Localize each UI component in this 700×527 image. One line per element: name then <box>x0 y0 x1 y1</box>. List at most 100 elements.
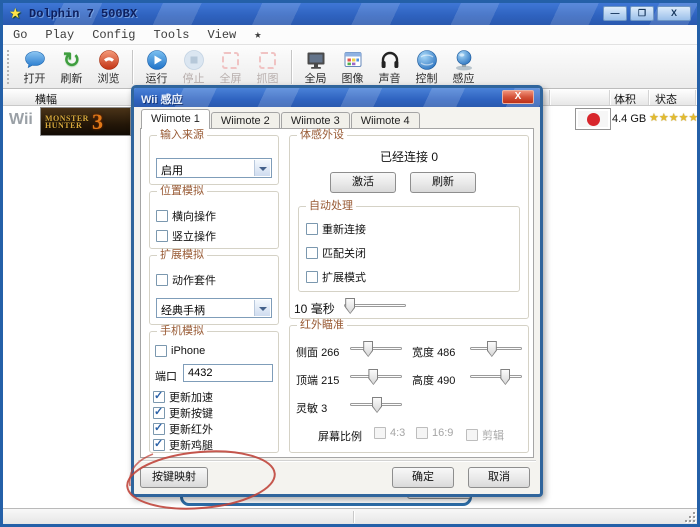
close-button[interactable]: X <box>657 6 691 21</box>
ir-height-slider[interactable] <box>470 369 522 385</box>
tab-wiimote-3[interactable]: Wiimote 3 <box>280 112 350 129</box>
browse-button[interactable]: 浏览 <box>90 46 127 88</box>
slider-thumb[interactable] <box>500 369 511 385</box>
statusbar-separator <box>353 511 354 523</box>
toolbar-separator <box>132 49 133 84</box>
group-motion-peripherals: 体感外设 已经连接 0 激活 刷新 自动处理 重新连接 匹配关闭 扩展模式 10… <box>289 129 529 319</box>
tab-wiimote-1[interactable]: Wiimote 1 <box>141 109 210 129</box>
ir-top-slider[interactable] <box>350 369 402 385</box>
checkbox-box <box>306 271 318 283</box>
extension-dropdown[interactable]: 经典手柄 <box>156 298 272 318</box>
chevron-down-icon <box>259 307 267 311</box>
dolphin-main-window: ★ Dolphin 7 500BX — ❐ X Go Play Config T… <box>0 0 700 527</box>
checkbox-motion-kit[interactable]: 动作套件 <box>156 272 216 288</box>
dialog-titlebar-gloss <box>134 88 540 107</box>
refresh-wiimote-button[interactable]: 刷新 <box>410 172 476 193</box>
ir-left-slider[interactable] <box>350 341 402 357</box>
game-banner[interactable]: MONSTER HUNTER 3 <box>40 107 131 136</box>
group-title: 位置模拟 <box>157 185 207 198</box>
toolbar-grip[interactable] <box>7 49 10 84</box>
group-extension-emulation: 扩展模拟 动作套件 经典手柄 <box>149 249 279 325</box>
globe-icon <box>415 48 439 72</box>
checkbox-box <box>374 427 386 439</box>
menu-tools[interactable]: Tools <box>153 28 189 42</box>
open-button[interactable]: 打开 <box>16 46 53 88</box>
dropdown-button[interactable] <box>254 160 270 176</box>
group-title: 体感外设 <box>297 129 347 142</box>
menu-go[interactable]: Go <box>13 28 27 42</box>
port-input[interactable] <box>183 364 273 382</box>
controllers-button[interactable]: 控制 <box>408 46 445 88</box>
game-rating-stars: ★★★★★ <box>649 112 699 124</box>
screenshot-button: 抓图 <box>249 46 286 88</box>
window-titlebar[interactable]: ★ Dolphin 7 500BX — ❐ X <box>3 3 697 25</box>
checkbox-update-ir[interactable]: 更新红外 <box>153 421 213 437</box>
delay-slider[interactable] <box>344 298 406 314</box>
checkbox-box <box>156 210 168 222</box>
checkbox-update-nunchuk[interactable]: 更新鸡腿 <box>153 437 213 453</box>
resize-grip[interactable] <box>685 512 695 522</box>
maximize-button[interactable]: ❐ <box>630 6 654 21</box>
fullscreen-icon <box>219 48 243 72</box>
menu-view[interactable]: View <box>207 28 236 42</box>
checkbox-box <box>306 247 318 259</box>
ir-width-slider[interactable] <box>470 341 522 357</box>
column-header-size[interactable]: 体积 <box>614 91 636 107</box>
fullscreen-button: 全屏 <box>212 46 249 88</box>
column-header-status[interactable]: 状态 <box>655 91 677 107</box>
graphics-button[interactable]: 图像 <box>334 46 371 88</box>
column-separator <box>695 90 696 105</box>
audio-button[interactable]: 声音 <box>371 46 408 88</box>
run-button[interactable]: 运行 <box>138 46 175 88</box>
cancel-button[interactable]: 取消 <box>468 467 530 488</box>
dropdown-button[interactable] <box>254 300 270 316</box>
input-source-dropdown[interactable]: 启用 <box>156 158 272 178</box>
checkbox-clip: 剪辑 <box>466 427 504 443</box>
wiimote-button[interactable]: 感应 <box>445 46 482 88</box>
slider-thumb[interactable] <box>372 397 383 413</box>
config-button[interactable]: 全局 <box>297 46 334 88</box>
banner-title: MONSTER HUNTER <box>45 113 89 130</box>
group-phone-emulation: 手机模拟 iPhone 端口 更新加速 更新按键 更新红外 <box>149 325 279 453</box>
checkbox-box <box>153 437 165 451</box>
checkbox-ratio-16-9: 16:9 <box>416 427 453 439</box>
checkbox-sideways[interactable]: 横向操作 <box>156 208 216 224</box>
activate-button[interactable]: 激活 <box>330 172 396 193</box>
key-mapping-button[interactable]: 按键映射 <box>140 467 208 488</box>
checkbox-update-accel[interactable]: 更新加速 <box>153 389 213 405</box>
delay-label: 10 毫秒 <box>294 302 335 316</box>
minimize-button[interactable]: — <box>603 6 627 21</box>
screenshot-icon <box>256 48 280 72</box>
menu-config[interactable]: Config <box>92 28 135 42</box>
ir-top-label: 顶端 215 <box>296 375 340 387</box>
menu-play[interactable]: Play <box>45 28 74 42</box>
checkbox-update-buttons[interactable]: 更新按键 <box>153 405 213 421</box>
wiimote-tabs: Wiimote 1 Wiimote 2 Wiimote 3 Wiimote 4 <box>141 109 421 129</box>
refresh-button[interactable]: ↻ 刷新 <box>53 46 90 88</box>
tab-wiimote-2[interactable]: Wiimote 2 <box>210 112 280 129</box>
tab-wiimote-4[interactable]: Wiimote 4 <box>350 112 420 129</box>
group-auto-handling: 自动处理 重新连接 匹配关闭 扩展模式 <box>298 200 520 292</box>
checkbox-box <box>466 429 478 441</box>
checkbox-upright[interactable]: 竖立操作 <box>156 228 216 244</box>
slider-thumb[interactable] <box>363 341 374 357</box>
connected-status: 已经连接 0 <box>379 150 438 164</box>
checkbox-reconnect[interactable]: 重新连接 <box>306 221 366 237</box>
ir-sensitivity-slider[interactable] <box>350 397 402 413</box>
menu-star[interactable]: ★ <box>254 27 261 42</box>
checkbox-pair-off[interactable]: 匹配关闭 <box>306 245 366 261</box>
flag-dot <box>586 112 600 126</box>
slider-thumb[interactable] <box>486 341 497 357</box>
column-header-banner[interactable]: 横幅 <box>35 91 57 107</box>
dialog-titlebar[interactable]: Wii 感应 X <box>134 88 540 107</box>
slider-thumb[interactable] <box>345 298 356 314</box>
headphones-icon <box>378 48 402 72</box>
ok-button[interactable]: 确定 <box>392 467 454 488</box>
slider-thumb[interactable] <box>368 369 379 385</box>
checkbox-iphone[interactable]: iPhone <box>155 345 205 357</box>
dropdown-value: 经典手柄 <box>161 305 205 317</box>
checkbox-ratio-4-3: 4:3 <box>374 427 405 439</box>
checkbox-extension-mode[interactable]: 扩展模式 <box>306 269 366 285</box>
checkbox-box <box>156 230 168 242</box>
dialog-close-button[interactable]: X <box>502 90 534 104</box>
